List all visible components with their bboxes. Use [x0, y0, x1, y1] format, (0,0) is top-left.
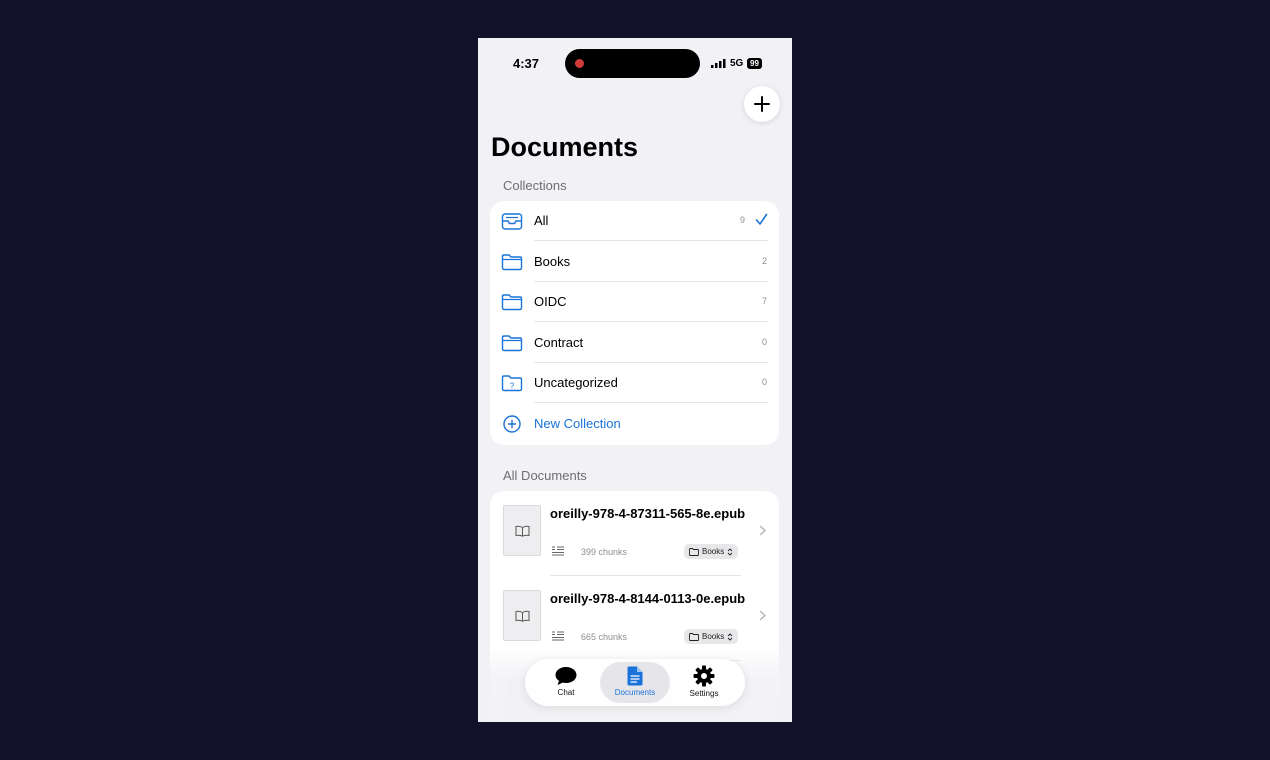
collection-picker[interactable]: Books: [684, 629, 739, 644]
document-icon: [627, 666, 643, 686]
tab-bar: Chat Documents Settings: [525, 659, 745, 706]
page-title: Documents: [491, 132, 639, 162]
chunk-count: 665 chunks: [581, 632, 628, 642]
folder-icon: [689, 632, 699, 641]
document-row[interactable]: oreilly-978-4-87311-565-8e.epub 399 chun…: [490, 491, 779, 576]
network-type: 5G: [730, 58, 744, 69]
collection-label: Uncategorized: [534, 375, 618, 390]
collection-row-contract[interactable]: Contract 0: [490, 323, 779, 363]
chat-bubble-icon: [555, 667, 577, 685]
svg-text:?: ?: [510, 382, 515, 391]
chevron-up-down-icon: [727, 547, 733, 556]
all-documents-header: All Documents: [503, 468, 587, 483]
collection-count: 7: [761, 296, 767, 306]
collection-picker-label: Books: [702, 547, 725, 556]
recording-indicator-icon: [575, 59, 584, 68]
dynamic-island: [565, 49, 700, 78]
status-time: 4:37: [513, 56, 540, 71]
folder-icon: [501, 253, 523, 270]
collections-list: All 9 Books 2 OIDC 7 Contract 0 ? Uncate…: [490, 201, 779, 445]
chevron-right-icon: [759, 525, 766, 536]
collection-label: OIDC: [534, 294, 567, 309]
chunks-icon: [552, 546, 564, 556]
collection-picker[interactable]: Books: [684, 544, 739, 559]
tab-label: Chat: [557, 688, 575, 697]
plus-circle-icon: [503, 414, 521, 433]
add-button[interactable]: [744, 86, 780, 122]
tab-label: Settings: [689, 689, 719, 698]
chevron-right-icon: [759, 610, 766, 621]
folder-icon: [501, 294, 523, 311]
book-icon: [515, 525, 529, 537]
checkmark-icon: [755, 213, 768, 225]
collection-label: All: [534, 213, 549, 228]
tab-chat[interactable]: Chat: [531, 662, 601, 703]
collection-row-all[interactable]: All 9: [490, 201, 779, 241]
collection-label: Books: [534, 253, 571, 269]
collection-row-uncategorized[interactable]: ? Uncategorized 0: [490, 363, 779, 403]
book-icon: [515, 610, 529, 622]
new-collection-label: New Collection: [534, 415, 621, 431]
document-thumbnail: [503, 590, 541, 641]
chunks-icon: [552, 631, 564, 641]
tab-documents[interactable]: Documents: [600, 662, 670, 703]
document-thumbnail: [503, 505, 541, 556]
plus-icon: [754, 96, 770, 112]
collection-row-books[interactable]: Books 2: [490, 242, 779, 282]
chunk-count: 399 chunks: [581, 547, 628, 557]
tab-label: Documents: [614, 688, 656, 697]
collection-count: 0: [761, 377, 767, 387]
tray-icon: [501, 213, 523, 230]
collection-label: Contract: [534, 334, 584, 350]
phone-screen: 4:37 5G 99 Documents Collections All 9 B…: [478, 38, 792, 722]
collections-header: Collections: [503, 178, 567, 193]
collection-count: 0: [761, 336, 767, 347]
tab-settings[interactable]: Settings: [669, 662, 739, 703]
document-name: oreilly-978-4-87311-565-8e.epub: [550, 506, 746, 521]
new-collection-button[interactable]: New Collection: [490, 404, 779, 444]
document-name: oreilly-978-4-8144-0113-0e.epub: [550, 591, 746, 606]
folder-icon: [689, 547, 699, 556]
chevron-up-down-icon: [727, 632, 733, 641]
collection-row-oidc[interactable]: OIDC 7: [490, 282, 779, 322]
collection-count: 2: [761, 255, 767, 266]
folder-question-icon: ?: [501, 375, 523, 392]
collection-picker-label: Books: [702, 632, 725, 641]
gear-icon: [693, 665, 715, 687]
battery-icon: 99: [747, 58, 762, 69]
folder-icon: [501, 334, 523, 351]
collection-count: 9: [739, 215, 745, 225]
signal-icon: [711, 59, 726, 68]
